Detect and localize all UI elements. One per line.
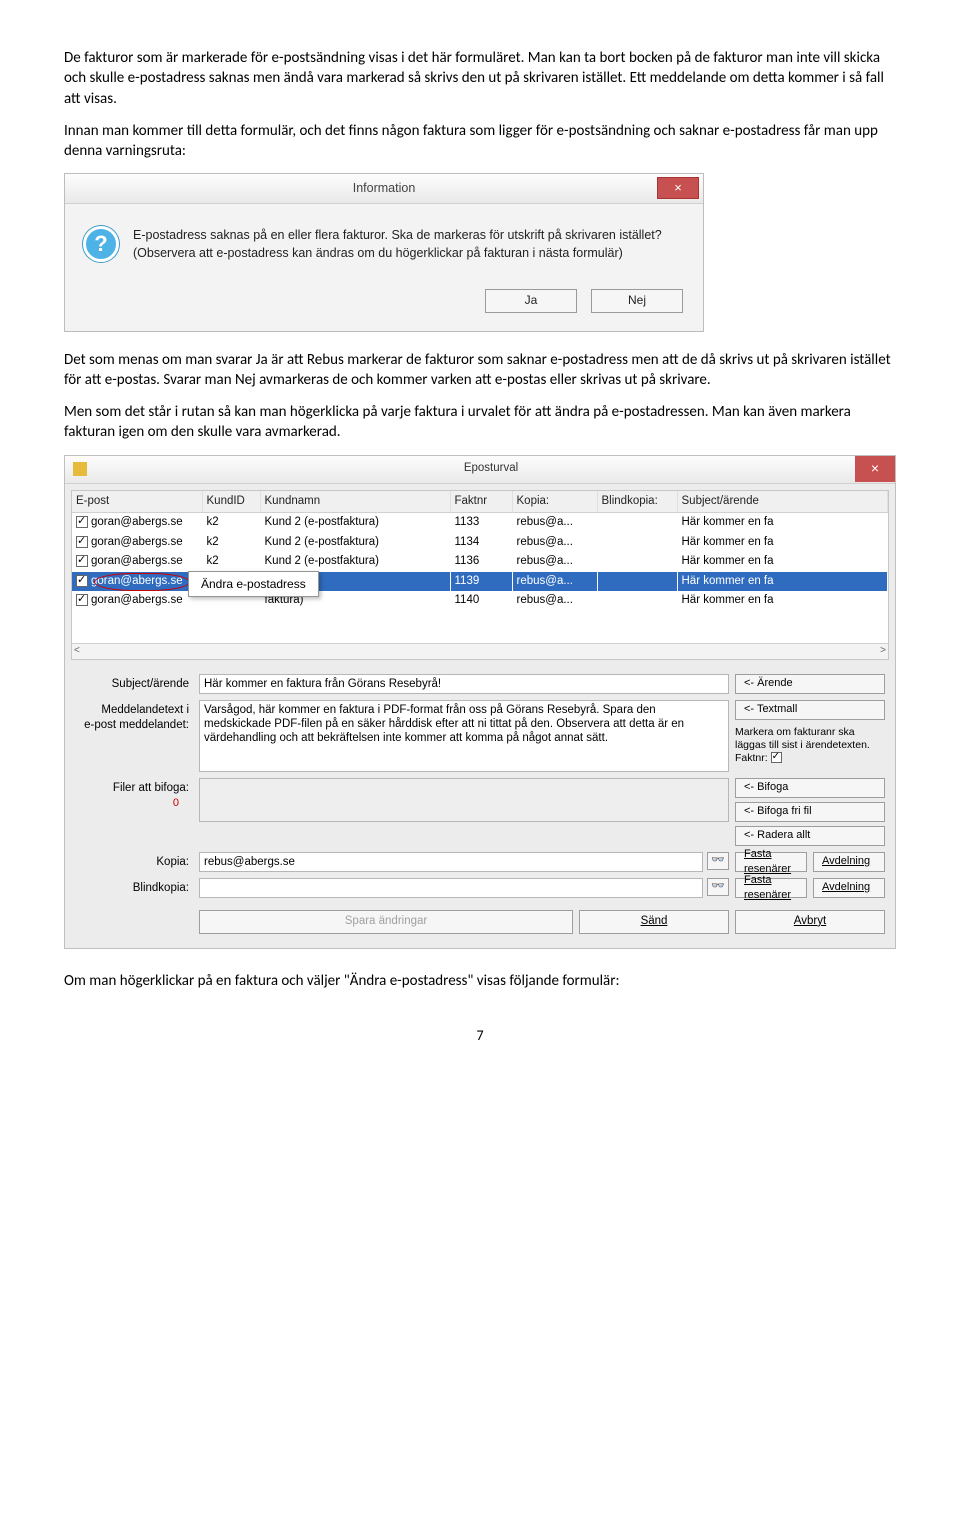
message-textarea[interactable]: Varsågod, här kommer en faktura i PDF-fo… bbox=[199, 700, 729, 772]
close-icon[interactable]: × bbox=[855, 456, 895, 482]
paragraph: Det som menas om man svarar Ja är att Re… bbox=[64, 350, 896, 391]
col-subject[interactable]: Subject/ärende bbox=[677, 491, 888, 513]
fasta-resenarer-button[interactable]: Fasta resenärer bbox=[735, 878, 807, 898]
files-label: Filer att bifoga: 0 bbox=[75, 778, 193, 846]
annotation-circle bbox=[94, 573, 190, 591]
question-icon: ? bbox=[83, 226, 119, 262]
blindkopia-input[interactable] bbox=[199, 878, 703, 898]
subject-input[interactable]: Här kommer en faktura från Görans Reseby… bbox=[199, 674, 729, 694]
yes-button[interactable]: Ja bbox=[485, 289, 577, 313]
arende-button[interactable]: <- Ärende bbox=[735, 674, 885, 694]
app-icon bbox=[73, 462, 87, 476]
eposturval-window: Eposturval × E-post KundID Kundnamn Fakt… bbox=[64, 455, 896, 949]
bifoga-fri-button[interactable]: <- Bifoga fri fil bbox=[735, 802, 885, 822]
scroll-left-icon[interactable]: < bbox=[74, 644, 80, 659]
window-titlebar[interactable]: Eposturval × bbox=[65, 456, 895, 484]
bifoga-button[interactable]: <- Bifoga bbox=[735, 778, 885, 798]
col-kundid[interactable]: KundID bbox=[202, 491, 260, 513]
spara-andringar-button[interactable]: Spara ändringar bbox=[199, 910, 573, 934]
blindkopia-label: Blindkopia: bbox=[75, 878, 193, 898]
col-kundnamn[interactable]: Kundnamn bbox=[260, 491, 450, 513]
files-count: 0 bbox=[75, 796, 189, 811]
avdelning-button[interactable]: Avdelning bbox=[813, 852, 885, 872]
page-number: 7 bbox=[64, 1027, 896, 1046]
invoice-table[interactable]: E-post KundID Kundnamn Faktnr Kopia: Bli… bbox=[71, 490, 889, 660]
no-button[interactable]: Nej bbox=[591, 289, 683, 313]
table-row[interactable]: goran@abergs.se k2Kund 2 (e-postfaktura)… bbox=[72, 533, 888, 553]
kopia-label: Kopia: bbox=[75, 852, 193, 872]
sand-button[interactable]: Sänd bbox=[579, 910, 729, 934]
table-row[interactable]: goran@abergs.se k2Kund 2 (e-postfaktura)… bbox=[72, 513, 888, 533]
col-epost[interactable]: E-post bbox=[72, 491, 202, 513]
paragraph: Om man högerklickar på en faktura och vä… bbox=[64, 971, 896, 991]
files-listbox[interactable] bbox=[199, 778, 729, 822]
faktnr-note: Markera om fakturanr ska läggas till sis… bbox=[735, 724, 885, 767]
dialog-message: E-postadress saknas på en eller flera fa… bbox=[133, 226, 685, 262]
row-checkbox[interactable] bbox=[76, 594, 88, 606]
scroll-right-icon[interactable]: > bbox=[880, 644, 886, 659]
table-row[interactable]: goran@abergs.se k2Kund 2 (e-postfaktura)… bbox=[72, 552, 888, 572]
col-kopia[interactable]: Kopia: bbox=[512, 491, 597, 513]
info-dialog: Information × ? E-postadress saknas på e… bbox=[64, 173, 704, 331]
table-header-row: E-post KundID Kundnamn Faktnr Kopia: Bli… bbox=[72, 491, 888, 513]
subject-label: Subject/ärende bbox=[75, 674, 193, 694]
col-blindkopia[interactable]: Blindkopia: bbox=[597, 491, 677, 513]
paragraph: Men som det står i rutan så kan man höge… bbox=[64, 402, 896, 443]
row-checkbox[interactable] bbox=[76, 555, 88, 567]
close-icon[interactable]: × bbox=[657, 177, 699, 199]
avbryt-button[interactable]: Avbryt bbox=[735, 910, 885, 934]
radera-allt-button[interactable]: <- Radera allt bbox=[735, 826, 885, 846]
binoculars-icon[interactable]: 👓 bbox=[707, 878, 729, 896]
row-checkbox[interactable] bbox=[76, 575, 88, 587]
paragraph: Innan man kommer till detta formulär, oc… bbox=[64, 121, 896, 162]
message-label: Meddelandetext ie-post meddelandet: bbox=[75, 700, 193, 772]
binoculars-icon[interactable]: 👓 bbox=[707, 852, 729, 870]
row-checkbox[interactable] bbox=[76, 516, 88, 528]
context-menu-item[interactable]: Ändra e-postadress bbox=[188, 571, 319, 597]
dialog-title: Information bbox=[75, 180, 693, 197]
kopia-input[interactable]: rebus@abergs.se bbox=[199, 852, 703, 872]
fasta-resenarer-button[interactable]: Fasta resenärer bbox=[735, 852, 807, 872]
horizontal-scrollbar[interactable]: < > bbox=[72, 643, 888, 659]
paragraph: De fakturor som är markerade för e-posts… bbox=[64, 48, 896, 109]
dialog-titlebar[interactable]: Information × bbox=[65, 174, 703, 204]
faktnr-checkbox[interactable] bbox=[771, 752, 782, 763]
avdelning-button[interactable]: Avdelning bbox=[813, 878, 885, 898]
row-checkbox[interactable] bbox=[76, 536, 88, 548]
window-title: Eposturval bbox=[95, 461, 887, 477]
textmall-button[interactable]: <- Textmall bbox=[735, 700, 885, 720]
col-faktnr[interactable]: Faktnr bbox=[450, 491, 512, 513]
